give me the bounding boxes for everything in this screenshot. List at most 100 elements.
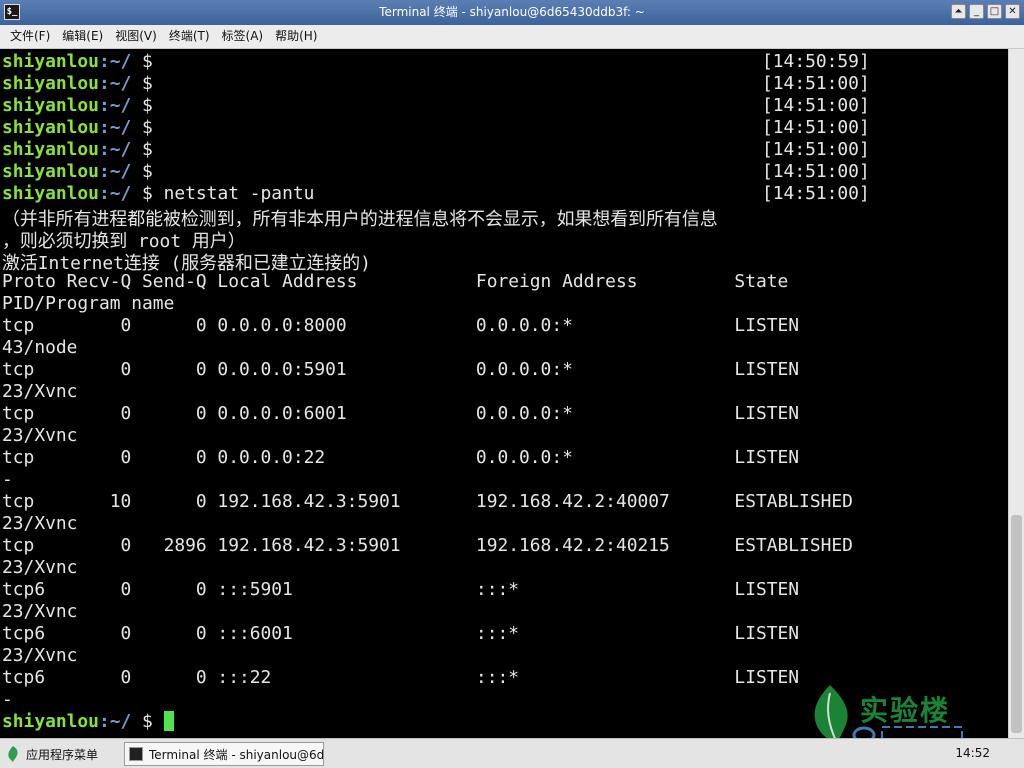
shade-button[interactable]: ⏶ xyxy=(951,4,966,19)
terminal-line: 23/Xvnc xyxy=(2,645,853,667)
prompt-timestamp: [14:51:00] xyxy=(762,73,870,94)
title-bar[interactable]: $_ Terminal 终端 - shiyanlou@6d65430ddb3f:… xyxy=(0,0,1024,25)
prompt-path: :~/ xyxy=(98,711,132,732)
output-text: 23/Xvnc xyxy=(2,601,78,622)
output-text: 23/Xvnc xyxy=(2,513,78,534)
output-text: tcp6 0 0 :::5901 :::* LISTEN xyxy=(2,579,800,600)
terminal-line: tcp 10 0 192.168.42.3:5901 192.168.42.2:… xyxy=(2,491,853,513)
terminal-line: tcp6 0 0 :::22 :::* LISTEN xyxy=(2,667,853,689)
prompt-timestamp: [14:51:00] xyxy=(762,95,870,116)
terminal-line: PID/Program name xyxy=(2,293,853,315)
taskbar: 应用程序菜单 Terminal 终端 - shiyanlou@6d65430dd… xyxy=(0,738,1024,768)
terminal-line: shiyanlou:~/ $ [14:51:00] xyxy=(2,161,870,183)
terminal-line: shiyanlou:~/ $ xyxy=(2,711,853,733)
terminal-line: （并非所有进程都能被检测到，所有非本用户的进程信息将不会显示，如果想看到所有信息 xyxy=(2,205,853,230)
terminal-line: - xyxy=(2,689,853,711)
terminal-line: 23/Xvnc xyxy=(2,557,853,579)
terminal-lines: shiyanlou:~/ $ [14:50:59] shiyanlou:~/ $ [1… xyxy=(2,51,870,733)
terminal-scrollbar[interactable] xyxy=(1008,49,1024,738)
terminal-line: tcp 0 0 0.0.0.0:6001 0.0.0.0:* LISTEN xyxy=(2,403,853,425)
terminal-task-icon xyxy=(129,747,143,761)
output-text: 23/Xvnc xyxy=(2,425,78,446)
terminal-line: shiyanlou:~/ $ [14:51:00] xyxy=(2,117,870,139)
terminal-line: tcp 0 0 0.0.0.0:22 0.0.0.0:* LISTEN xyxy=(2,447,853,469)
terminal-line: 23/Xvnc xyxy=(2,425,853,447)
prompt-path: :~/ xyxy=(98,51,132,72)
prompt-symbol: $ xyxy=(131,711,153,732)
prompt-user: shiyanlou xyxy=(2,161,99,182)
prompt-path: :~/ xyxy=(98,139,132,160)
output-text: tcp 0 0 0.0.0.0:6001 0.0.0.0:* LISTEN xyxy=(2,403,800,424)
window-controls: ⏶ _ □ ✕ xyxy=(951,4,1020,19)
prompt-user: shiyanlou xyxy=(2,51,99,72)
terminal-line: shiyanlou:~/ $ [14:51:00] xyxy=(2,139,870,161)
taskbar-terminal-task[interactable]: Terminal 终端 - shiyanlou@6d65430ddb3f: ~ xyxy=(124,742,324,766)
prompt-user: shiyanlou xyxy=(2,183,99,204)
output-text: tcp 0 2896 192.168.42.3:5901 192.168.42.… xyxy=(2,535,853,556)
output-text: tcp6 0 0 :::22 :::* LISTEN xyxy=(2,667,800,688)
minimize-button[interactable]: _ xyxy=(969,4,984,19)
menu-item-0[interactable]: 文件(F) xyxy=(4,25,56,48)
prompt-symbol: $ xyxy=(131,73,153,94)
menu-item-5[interactable]: 帮助(H) xyxy=(269,25,323,48)
prompt-path: :~/ xyxy=(98,117,132,138)
terminal-output[interactable]: shiyanlou:~/ $ [14:50:59] shiyanlou:~/ $ [1… xyxy=(0,49,1008,738)
menu-item-4[interactable]: 标签(A) xyxy=(216,25,270,48)
prompt-timestamp: [14:51:00] xyxy=(762,161,870,182)
output-text: 23/Xvnc xyxy=(2,557,78,578)
menu-bar: 文件(F) 编辑(E) 视图(V) 终端(T) 标签(A) 帮助(H) xyxy=(0,25,1024,49)
prompt-path: :~/ xyxy=(98,183,132,204)
output-text: 43/node xyxy=(2,337,78,358)
prompt-timestamp: [14:51:00] xyxy=(762,183,870,204)
terminal-line: 43/node xyxy=(2,337,853,359)
prompt-symbol: $ xyxy=(131,161,153,182)
output-text: - xyxy=(2,469,13,490)
terminal-line: shiyanlou:~/ $ netstat -pantu [14:51:00] xyxy=(2,183,870,205)
output-text: tcp 0 0 0.0.0.0:22 0.0.0.0:* LISTEN xyxy=(2,447,800,468)
text-cursor xyxy=(163,711,174,731)
terminal-line: tcp6 0 0 :::5901 :::* LISTEN xyxy=(2,579,853,601)
output-text: tcp 0 0 0.0.0.0:5901 0.0.0.0:* LISTEN xyxy=(2,359,800,380)
terminal-line: ，则必须切换到 root 用户） xyxy=(2,227,853,252)
prompt-user: shiyanlou xyxy=(2,117,99,138)
menu-item-3[interactable]: 终端(T) xyxy=(163,25,216,48)
close-button[interactable]: ✕ xyxy=(1005,4,1020,19)
terminal-line: shiyanlou:~/ $ [14:51:00] xyxy=(2,73,870,95)
leaf-icon xyxy=(8,746,18,762)
prompt-path: :~/ xyxy=(98,73,132,94)
prompt-user: shiyanlou xyxy=(2,73,99,94)
output-text: tcp 10 0 192.168.42.3:5901 192.168.42.2:… xyxy=(2,491,853,512)
prompt-symbol: $ xyxy=(131,183,153,204)
output-text: tcp 0 0 0.0.0.0:8000 0.0.0.0:* LISTEN xyxy=(2,315,800,336)
menu-item-1[interactable]: 编辑(E) xyxy=(56,25,109,48)
prompt-user: shiyanlou xyxy=(2,711,99,732)
output-text: - xyxy=(2,689,13,710)
prompt-user: shiyanlou xyxy=(2,139,99,160)
prompt-timestamp: [14:51:00] xyxy=(762,139,870,160)
applications-menu-button[interactable]: 应用程序菜单 xyxy=(6,743,98,765)
taskbar-clock[interactable]: 14:52 xyxy=(955,746,990,760)
output-text: tcp6 0 0 :::6001 :::* LISTEN xyxy=(2,623,800,644)
output-text: 23/Xvnc xyxy=(2,645,78,666)
output-text: Proto Recv-Q Send-Q Local Address Foreig… xyxy=(2,271,789,292)
prompt-symbol: $ xyxy=(131,95,153,116)
output-text: PID/Program name xyxy=(2,293,175,314)
taskbar-task-label: Terminal 终端 - shiyanlou@6d65430ddb3f: ~ xyxy=(149,747,324,762)
terminal-line: - xyxy=(2,469,853,491)
terminal-line: tcp 0 2896 192.168.42.3:5901 192.168.42.… xyxy=(2,535,853,557)
terminal-line: shiyanlou:~/ $ [14:51:00] xyxy=(2,95,870,117)
menu-item-2[interactable]: 视图(V) xyxy=(109,25,163,48)
terminal-line: tcp 0 0 0.0.0.0:8000 0.0.0.0:* LISTEN xyxy=(2,315,853,337)
window-title: Terminal 终端 - shiyanlou@6d65430ddb3f: ~ xyxy=(379,5,645,19)
output-text: 23/Xvnc xyxy=(2,381,78,402)
prompt-user: shiyanlou xyxy=(2,95,99,116)
terminal-line: 23/Xvnc xyxy=(2,513,853,535)
terminal-line: 激活Internet连接 (服务器和已建立连接的) xyxy=(2,249,853,274)
applications-menu-label: 应用程序菜单 xyxy=(26,747,99,762)
terminal-line: Proto Recv-Q Send-Q Local Address Foreig… xyxy=(2,271,853,293)
terminal-line: tcp6 0 0 :::6001 :::* LISTEN xyxy=(2,623,853,645)
prompt-symbol: $ xyxy=(131,139,153,160)
prompt-path: :~/ xyxy=(98,95,132,116)
terminal-line: 23/Xvnc xyxy=(2,381,853,403)
maximize-button[interactable]: □ xyxy=(987,4,1002,19)
